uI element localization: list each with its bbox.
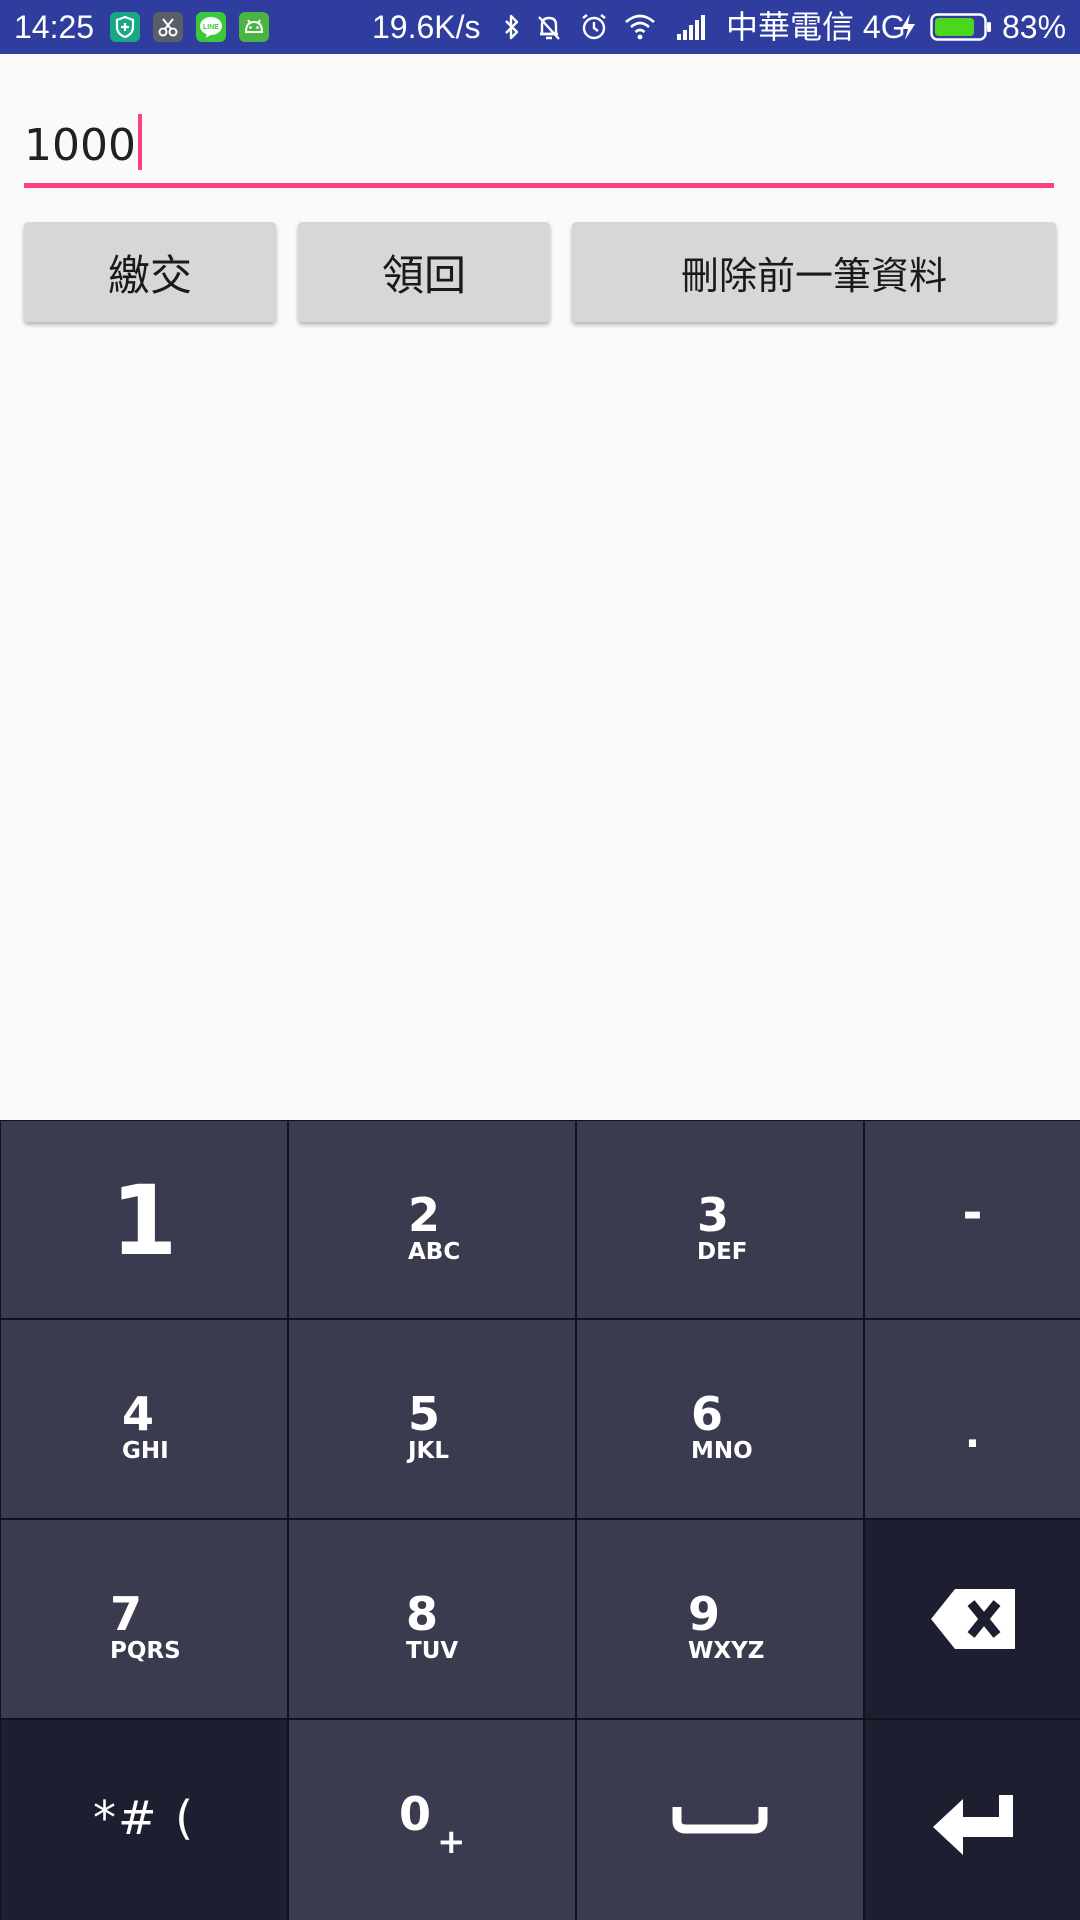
key-1[interactable]: 1 bbox=[1, 1121, 287, 1318]
key-8-letters: TUV bbox=[406, 1638, 459, 1664]
key-3-digit: 3 bbox=[697, 1188, 730, 1242]
key-3-letters: DEF bbox=[697, 1239, 748, 1265]
battery-icon bbox=[930, 13, 992, 41]
backspace-key[interactable] bbox=[865, 1520, 1080, 1718]
key-1-digit: 1 bbox=[110, 1165, 178, 1277]
key-0[interactable]: 0 + bbox=[289, 1720, 575, 1920]
key-decimal-symbol: . bbox=[964, 1411, 981, 1457]
key-7-letters: PQRS bbox=[110, 1638, 181, 1664]
space-icon bbox=[672, 1807, 768, 1834]
scissors-app-icon bbox=[153, 12, 183, 42]
key-6[interactable]: 6 MNO bbox=[577, 1320, 863, 1518]
line-app-icon: LINE bbox=[196, 12, 226, 42]
key-minus[interactable]: - bbox=[865, 1121, 1080, 1318]
android-app-icon bbox=[239, 12, 269, 42]
key-7-digit: 7 bbox=[110, 1587, 143, 1641]
key-2-letters: ABC bbox=[408, 1239, 461, 1265]
charging-icon bbox=[896, 10, 920, 44]
line-app-label: LINE bbox=[203, 24, 219, 31]
signal-icon bbox=[674, 10, 708, 44]
key-8-digit: 8 bbox=[406, 1587, 439, 1641]
enter-icon bbox=[933, 1795, 1013, 1855]
battery-percent: 83% bbox=[1002, 9, 1067, 45]
withdraw-button[interactable]: 領回 bbox=[298, 222, 550, 322]
key-0-plus: + bbox=[437, 1822, 466, 1862]
amount-input[interactable]: 1000 bbox=[24, 100, 1054, 188]
network-speed: 19.6K/s bbox=[372, 9, 481, 45]
key-6-digit: 6 bbox=[691, 1387, 724, 1441]
key-4[interactable]: 4 GHI bbox=[1, 1320, 287, 1518]
key-9[interactable]: 9 WXYZ bbox=[577, 1520, 863, 1718]
key-0-digit: 0 bbox=[399, 1787, 432, 1841]
amount-input-value[interactable]: 1000 bbox=[24, 114, 142, 171]
key-decimal[interactable]: . bbox=[865, 1320, 1080, 1518]
key-minus-symbol: - bbox=[962, 1185, 983, 1241]
carrier-label: 中華電信 4G bbox=[726, 9, 906, 45]
key-8[interactable]: 8 TUV bbox=[289, 1520, 575, 1718]
space-key[interactable] bbox=[577, 1720, 863, 1920]
key-5-digit: 5 bbox=[408, 1387, 441, 1441]
key-5-letters: JKL bbox=[408, 1438, 450, 1464]
backspace-icon bbox=[931, 1589, 1015, 1649]
key-symbols-label: *# ( bbox=[92, 1791, 196, 1845]
key-3[interactable]: 3 DEF bbox=[577, 1121, 863, 1318]
notifications-muted-icon bbox=[532, 10, 566, 44]
key-9-digit: 9 bbox=[688, 1587, 721, 1641]
key-4-letters: GHI bbox=[122, 1438, 169, 1464]
status-time: 14:25 bbox=[14, 9, 95, 45]
enter-key[interactable] bbox=[865, 1720, 1080, 1920]
key-2[interactable]: 2 ABC bbox=[289, 1121, 575, 1318]
text-cursor bbox=[137, 114, 142, 170]
key-2-digit: 2 bbox=[408, 1188, 441, 1242]
numeric-keypad: 1 2 ABC 3 DEF - 4 GHI 5 JKL 6 MNO . 7 PQ… bbox=[0, 1120, 1080, 1920]
key-5[interactable]: 5 JKL bbox=[289, 1320, 575, 1518]
delete-last-record-button[interactable]: 刪除前一筆資料 bbox=[572, 222, 1056, 322]
wifi-icon bbox=[623, 10, 657, 44]
key-4-digit: 4 bbox=[122, 1387, 155, 1441]
key-9-letters: WXYZ bbox=[688, 1638, 765, 1664]
key-symbols[interactable]: *# ( bbox=[1, 1720, 287, 1920]
key-7[interactable]: 7 PQRS bbox=[1, 1520, 287, 1718]
shield-app-icon bbox=[110, 12, 140, 42]
key-6-letters: MNO bbox=[691, 1438, 753, 1464]
status-bar: 14:25 LINE 19.6K/s 中華電信 4G 83% bbox=[0, 0, 1080, 54]
bluetooth-icon bbox=[495, 10, 529, 44]
alarm-icon bbox=[577, 10, 611, 44]
amount-value-text: 1000 bbox=[24, 120, 136, 171]
pay-button[interactable]: 繳交 bbox=[24, 222, 276, 322]
